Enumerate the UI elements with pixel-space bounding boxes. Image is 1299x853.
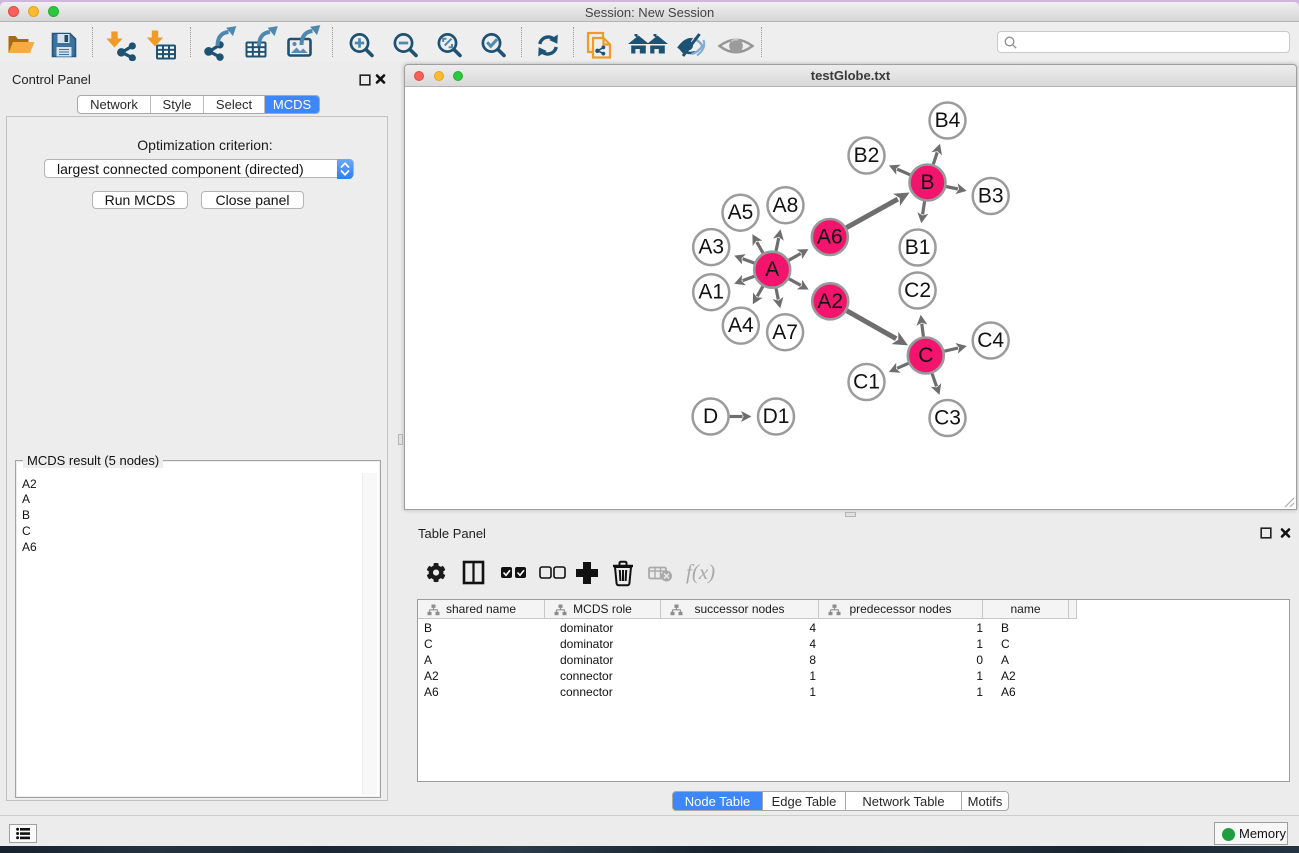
svg-text:A4: A4 [728,314,754,337]
svg-text:C: C [918,344,933,367]
svg-text:D1: D1 [763,405,790,428]
svg-text:C3: C3 [934,407,961,430]
svg-text:A3: A3 [698,236,724,259]
svg-text:A2: A2 [817,290,843,313]
svg-text:A5: A5 [728,201,754,224]
svg-text:A: A [765,258,779,281]
svg-text:C2: C2 [904,279,931,302]
svg-text:A8: A8 [773,194,799,217]
svg-text:A1: A1 [698,281,724,304]
svg-text:B4: B4 [935,109,961,132]
svg-text:C4: C4 [977,329,1004,352]
svg-text:A7: A7 [772,321,798,344]
svg-text:B: B [920,171,934,194]
svg-text:D: D [703,405,718,428]
svg-text:B1: B1 [905,236,931,259]
svg-text:f(x): f(x) [686,560,715,584]
svg-text:A6: A6 [817,226,843,249]
svg-text:B2: B2 [854,144,880,167]
svg-text:B3: B3 [978,185,1004,208]
svg-text:C1: C1 [853,371,880,394]
